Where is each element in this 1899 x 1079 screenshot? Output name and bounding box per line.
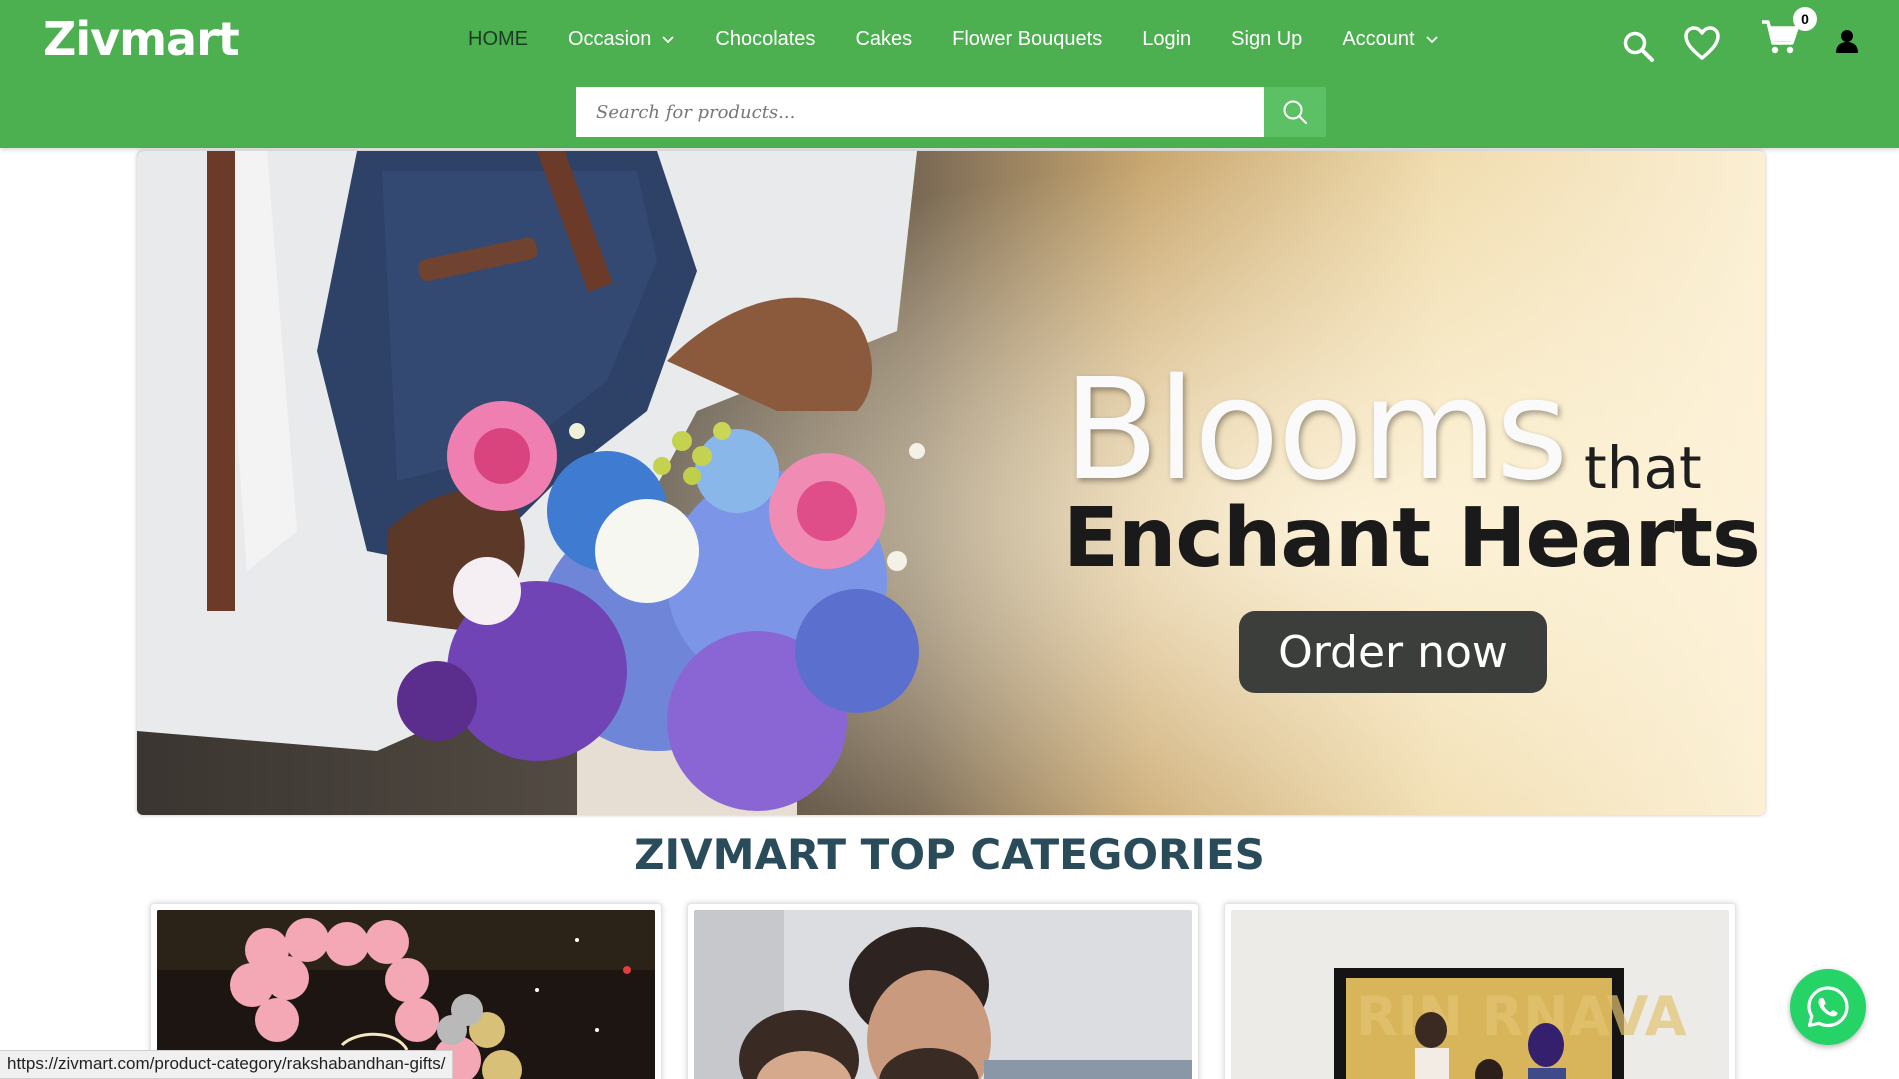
category-card[interactable]: [687, 903, 1199, 1079]
nav-item-cakes[interactable]: Cakes: [855, 28, 912, 51]
whatsapp-icon: [1807, 986, 1849, 1028]
logo-text: Zivmart: [43, 12, 240, 66]
section-title: ZIVMART TOP CATEGORIES: [634, 830, 1265, 879]
search-input[interactable]: [576, 87, 1265, 137]
nav-item-home[interactable]: HOME: [468, 28, 528, 51]
nav-label: Chocolates: [715, 27, 816, 50]
hero-headline-small: that: [1584, 434, 1702, 502]
heart-icon[interactable]: [1683, 25, 1721, 61]
search-icon: [1283, 100, 1308, 124]
order-now-button[interactable]: Order now: [1239, 611, 1547, 693]
status-bar-url: https://zivmart.com/product-category/rak…: [0, 1050, 454, 1079]
nav-label: Occasion: [568, 27, 652, 50]
nav-item-occasion[interactable]: Occasion: [568, 28, 675, 51]
user-icon[interactable]: [1835, 29, 1859, 53]
nav-label: Cakes: [855, 27, 913, 50]
search-button[interactable]: [1264, 87, 1326, 137]
nav-label: Login: [1142, 27, 1192, 50]
nav-item-flower-bouquets[interactable]: Flower Bouquets: [952, 28, 1102, 51]
search-bar: [576, 87, 1326, 137]
category-card[interactable]: RIN RNAVA: [1224, 903, 1736, 1079]
whatsapp-button[interactable]: [1790, 969, 1866, 1045]
nav-label: Sign Up: [1231, 27, 1303, 50]
nav-label: Flower Bouquets: [952, 27, 1103, 50]
chevron-down-icon: [662, 36, 675, 44]
chevron-down-icon: [1425, 36, 1438, 44]
nav-item-sign-up[interactable]: Sign Up: [1231, 28, 1302, 51]
main-nav: HOME Occasion Chocolates Cakes Flower Bo…: [468, 27, 1479, 51]
nav-label: Account: [1342, 27, 1415, 50]
photo-frame-image: RIN RNAVA: [1231, 910, 1729, 1079]
logo[interactable]: Zivmart: [43, 12, 240, 66]
search-icon[interactable]: [1622, 30, 1656, 64]
hero-headline-line2: Enchant Hearts: [1063, 491, 1761, 586]
nav-item-login[interactable]: Login: [1142, 28, 1191, 51]
site-header: Zivmart HOME Occasion Chocolates Cakes F…: [0, 0, 1899, 148]
hero-headline-big: Blooms: [1063, 349, 1569, 512]
hero-banner[interactable]: Blooms that Enchant Hearts Order now: [137, 151, 1765, 815]
svg-text:RIN RNAVA: RIN RNAVA: [1356, 985, 1687, 1048]
nav-label: HOME: [468, 27, 528, 50]
nav-item-chocolates[interactable]: Chocolates: [715, 28, 815, 51]
nav-item-account[interactable]: Account: [1342, 28, 1438, 51]
cart-count-badge: 0: [1793, 7, 1817, 31]
couple-image: [694, 910, 1192, 1079]
